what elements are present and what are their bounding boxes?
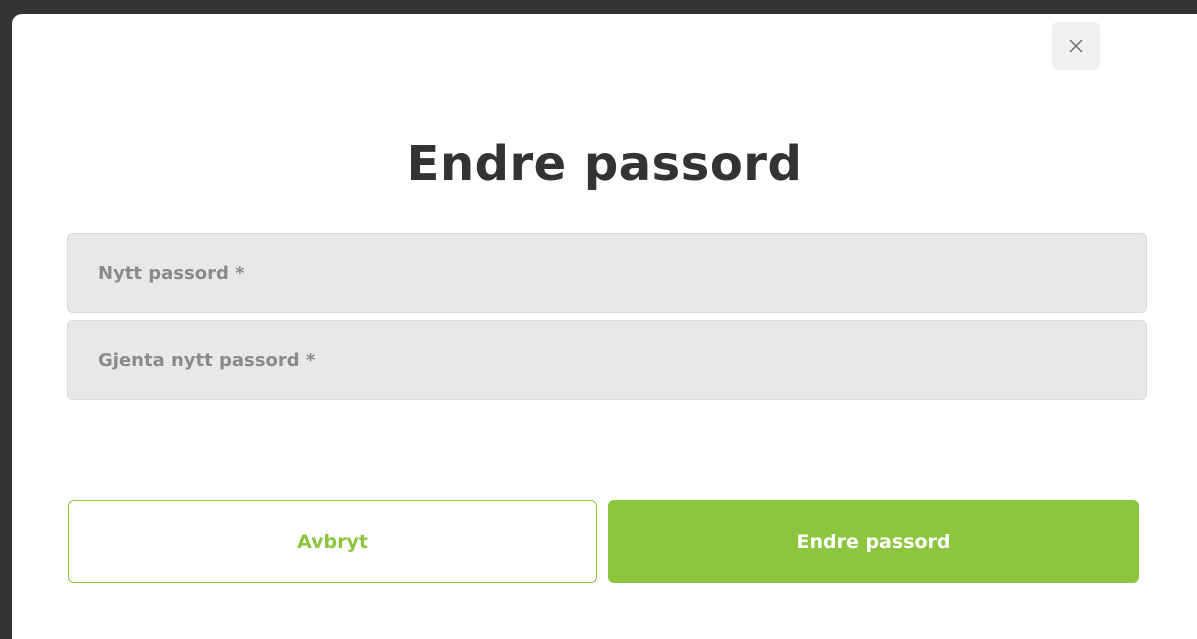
new-password-field <box>67 233 1147 313</box>
repeat-password-field <box>67 320 1147 400</box>
change-password-button-label: Endre passord <box>796 530 951 553</box>
cancel-button-label: Avbryt <box>297 530 368 553</box>
change-password-dialog: Endre passord Avbryt Endre passord <box>12 14 1197 639</box>
close-button[interactable] <box>1052 22 1100 70</box>
change-password-button[interactable]: Endre passord <box>608 500 1139 583</box>
cancel-button[interactable]: Avbryt <box>68 500 597 583</box>
close-icon <box>1068 38 1084 54</box>
new-password-input[interactable] <box>68 234 1146 312</box>
dialog-title: Endre passord <box>406 136 803 192</box>
repeat-password-input[interactable] <box>68 321 1146 399</box>
